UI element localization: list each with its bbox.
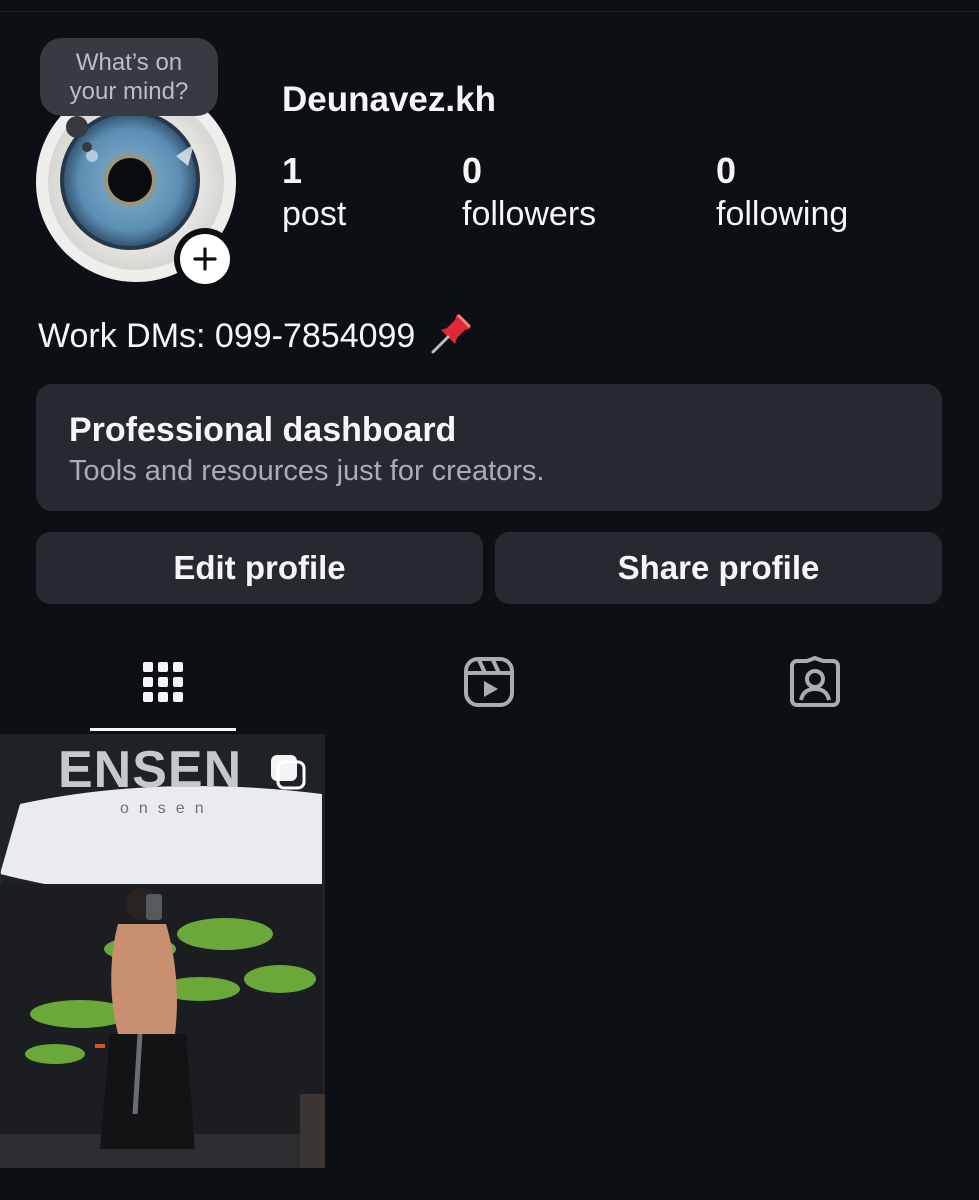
post-thumbnail[interactable]: ENSEN onsen (0, 734, 325, 1168)
grid-icon (141, 660, 185, 709)
add-story-button[interactable] (174, 228, 236, 290)
note-tail (66, 116, 88, 138)
active-tab-indicator (90, 728, 236, 731)
tab-reels[interactable] (461, 656, 517, 712)
tab-posts-grid[interactable] (135, 656, 191, 712)
reels-icon (463, 656, 515, 713)
stat-followers-label: followers (462, 195, 597, 233)
stat-following-label: following (716, 195, 849, 233)
stat-posts[interactable]: 1 post (282, 150, 346, 236)
dashboard-subtitle: Tools and resources just for creators. (69, 455, 545, 487)
plus-icon (180, 234, 230, 284)
bio-text: Work DMs: 099-7854099 (38, 317, 416, 355)
note-text-line1: What’s on (75, 49, 183, 76)
note-bubble[interactable]: What’s on your mind? (40, 38, 218, 116)
post-brand-text: ENSEN (58, 741, 243, 799)
stat-followers[interactable]: 0 followers (462, 150, 596, 236)
carousel-icon (268, 752, 308, 792)
edit-profile-button[interactable]: Edit profile (36, 532, 483, 604)
dashboard-title: Professional dashboard (69, 411, 457, 449)
pushpin-icon (429, 308, 477, 365)
bio: Work DMs: 099-7854099 (38, 308, 477, 365)
post-brand-subtext: onsen (120, 800, 214, 817)
stat-posts-count: 1 (282, 150, 303, 191)
tagged-icon (789, 655, 841, 713)
stat-followers-count: 0 (462, 150, 483, 191)
note-tail-dot (82, 142, 92, 152)
username: Deunavez.kh (282, 80, 496, 119)
professional-dashboard-card[interactable]: Professional dashboard Tools and resourc… (36, 384, 942, 511)
top-divider (0, 11, 979, 12)
stat-following-count: 0 (716, 150, 737, 191)
stat-following[interactable]: 0 following (716, 150, 848, 236)
tab-tagged[interactable] (787, 655, 843, 713)
note-text-line2: your mind? (69, 78, 189, 105)
stat-posts-label: post (282, 195, 347, 233)
share-profile-button[interactable]: Share profile (495, 532, 942, 604)
